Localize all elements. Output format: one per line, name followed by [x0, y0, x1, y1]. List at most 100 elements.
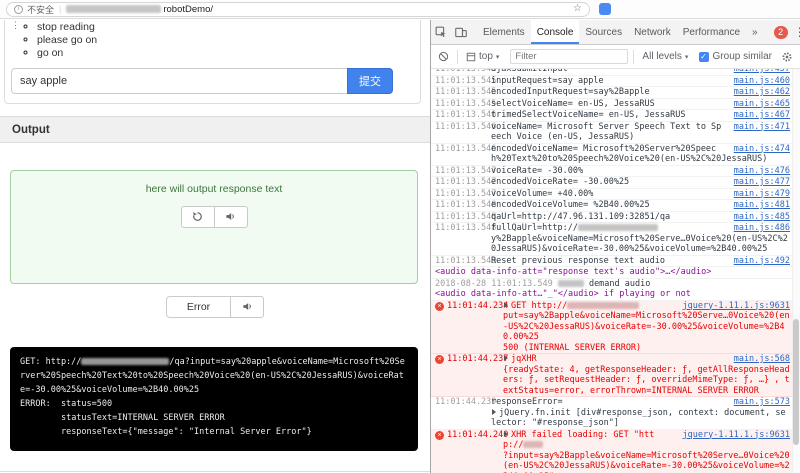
output-heading: Output: [0, 117, 430, 143]
console-message: main.js:568 jqXHR {readyState: 4, getRespo…: [503, 354, 790, 396]
expand-triangle-icon[interactable]: [504, 301, 508, 308]
console-entry[interactable]: 11:01:13.545 main.js:460 inputRequest=say …: [431, 76, 800, 87]
source-link[interactable]: main.js:471: [734, 122, 790, 133]
kebab-menu-icon[interactable]: ⋮: [788, 25, 800, 39]
devtools-tab[interactable]: Elements: [477, 20, 531, 44]
source-link[interactable]: main.js:486: [734, 223, 790, 234]
log-levels-dropdown[interactable]: All levels ▾: [639, 51, 691, 62]
submit-button[interactable]: 提交: [347, 68, 393, 94]
devtools-tabs: Elements Console Sources Network Performance…: [477, 20, 764, 44]
group-similar-checkbox[interactable]: ✓: [698, 51, 709, 62]
security-label: 不安全: [27, 4, 55, 15]
error-status-pill[interactable]: Error: [165, 296, 232, 318]
divider: [633, 49, 635, 64]
inspect-element-icon[interactable]: [431, 26, 451, 38]
console-timestamp: 11:01:13.545: [435, 98, 497, 109]
source-link[interactable]: main.js:479: [734, 189, 790, 200]
console-entry[interactable]: 11:01:13.548 main.js:486 fullQaUrl=http://…: [431, 223, 800, 256]
console-entry[interactable]: 11:01:13.548 main.js:481 encodedVoiceVolum…: [431, 200, 800, 212]
refresh-icon: [192, 210, 203, 225]
console-message: main.js:476 voiceRate= -30.00%: [491, 165, 790, 177]
bookmark-star-icon[interactable]: ☆: [573, 4, 582, 14]
console-entry[interactable]: × 11:01:44.240 jquery-1.11.1.js:9631 XHR fa…: [431, 429, 800, 473]
console-settings-gear-icon[interactable]: [778, 51, 796, 63]
redacted-text: [557, 279, 584, 287]
clear-console-button[interactable]: [435, 51, 452, 62]
console-entry[interactable]: 11:01:13.549 main.js:492 Reset previous re…: [431, 256, 800, 267]
info-icon[interactable]: i: [14, 4, 23, 14]
filter-input[interactable]: [510, 49, 629, 64]
console-context-dropdown[interactable]: top ▾: [463, 51, 502, 62]
expand-triangle-icon[interactable]: [492, 408, 496, 415]
redacted-text: [578, 224, 658, 231]
error-speaker-button[interactable]: [230, 296, 265, 318]
play-audio-button[interactable]: [213, 206, 248, 228]
console-entry[interactable]: 11:01:13.547 main.js:476 voiceRate= -30.00…: [431, 165, 800, 177]
group-similar-label: Group similar: [712, 51, 772, 62]
history-item[interactable]: please go on: [37, 34, 420, 47]
console-entry[interactable]: 11:01:13.546 main.js:471 voiceName= Micros…: [431, 122, 800, 144]
expand-triangle-icon[interactable]: [504, 430, 508, 437]
console-entry[interactable]: <audio data-info-att="response text's au…: [431, 267, 800, 279]
message-input[interactable]: [11, 68, 347, 94]
device-toolbar-icon[interactable]: [451, 26, 471, 38]
output-panel: Output here will output response text Er…: [0, 116, 430, 472]
source-link[interactable]: main.js:467: [734, 110, 790, 121]
source-link[interactable]: main.js:465: [734, 99, 790, 110]
extension-icon[interactable]: [599, 3, 611, 15]
console-entry[interactable]: 11:01:44.239 main.js:573 responseError= jQu…: [431, 397, 800, 430]
source-link[interactable]: jquery-1.11.1.js:9631: [683, 301, 790, 312]
suggestions-panel: ⋮ stop readingplease go ongo on 提交: [4, 20, 421, 104]
devtools-tab[interactable]: Console: [530, 20, 580, 44]
source-link[interactable]: main.js:485: [734, 212, 790, 223]
source-link[interactable]: main.js:474: [734, 144, 790, 155]
refresh-button[interactable]: [180, 206, 215, 228]
console-scrollbar[interactable]: [792, 69, 800, 473]
console-entry[interactable]: × 11:01:44.234 jquery-1.11.1.js:9631 GET ht…: [431, 300, 800, 354]
source-link[interactable]: main.js:492: [734, 256, 790, 267]
source-link[interactable]: main.js:477: [734, 177, 790, 188]
console-entry[interactable]: 11:01:13.545 main.js:465 selectVoiceName= …: [431, 98, 800, 110]
devtools-tab[interactable]: Sources: [579, 20, 628, 44]
console-message: 2018-08-28 11:01:13.549 demand audio <aud…: [435, 278, 691, 300]
console-entry[interactable]: 2018-08-28 11:01:13.549 demand audio <aud…: [431, 279, 800, 301]
console-entry[interactable]: 11:01:13.548 main.js:485 qaUrl=http://47.9…: [431, 212, 800, 223]
history-item[interactable]: stop reading: [37, 21, 420, 34]
console-toolbar: top ▾ All levels ▾ ✓ Group similar: [431, 45, 800, 69]
error-icon: ×: [435, 301, 444, 311]
speaker-icon: [225, 210, 236, 225]
console-entry[interactable]: × 11:01:44.237 main.js:568 jqXHR {readyState…: [431, 354, 800, 397]
console-entry[interactable]: 11:01:13.547 main.js:479 voiceVolume= +40.…: [431, 189, 800, 200]
devtools-tab[interactable]: »: [746, 20, 764, 44]
address-bar[interactable]: i 不安全 | robotDemo/ ☆: [6, 1, 590, 17]
expand-triangle-icon[interactable]: [504, 355, 508, 361]
chevron-down-icon: ▾: [684, 53, 689, 61]
console-entry[interactable]: 11:01:13.545 main.js:462 encodedInputReque…: [431, 87, 800, 99]
source-link[interactable]: main.js:457: [734, 69, 790, 75]
console-entry[interactable]: 11:01:13.547 main.js:477 encodedVoiceRate=…: [431, 177, 800, 189]
response-placeholder: here will output response text: [145, 183, 283, 195]
content-area: ⋮ stop readingplease go ongo on 提交 Outpu…: [0, 20, 800, 473]
console-timestamp: 11:01:13.546: [435, 121, 497, 132]
devtools-tab[interactable]: Network: [628, 20, 677, 44]
console-log: 11:01:13.545 main.js:457 ajaxSubmitInput 11…: [431, 69, 800, 473]
levels-label: All levels: [642, 51, 682, 62]
history-item[interactable]: go on: [37, 47, 420, 60]
url-text: robotDemo/: [163, 3, 213, 15]
redacted-text: [81, 358, 170, 365]
source-link[interactable]: jquery-1.11.1.js:9631: [683, 430, 790, 441]
input-group: 提交: [11, 68, 393, 94]
console-entry[interactable]: 11:01:13.546 main.js:467 trimedSelectVoice…: [431, 110, 800, 122]
source-link[interactable]: main.js:481: [734, 200, 790, 211]
source-link[interactable]: main.js:568: [734, 354, 790, 365]
scrollbar-thumb[interactable]: [793, 319, 799, 445]
console-timestamp: 11:01:44.234: [447, 300, 509, 311]
source-link[interactable]: main.js:462: [734, 87, 790, 98]
source-link[interactable]: main.js:460: [734, 76, 790, 87]
console-entry[interactable]: 11:01:13.546 main.js:474 encodedVoiceName=…: [431, 144, 800, 166]
source-link[interactable]: main.js:476: [734, 166, 790, 177]
error-count-badge[interactable]: 2: [773, 25, 788, 39]
source-link[interactable]: main.js:573: [734, 397, 790, 408]
web-page: ⋮ stop readingplease go ongo on 提交 Outpu…: [0, 20, 430, 473]
devtools-tab[interactable]: Performance: [677, 20, 746, 44]
